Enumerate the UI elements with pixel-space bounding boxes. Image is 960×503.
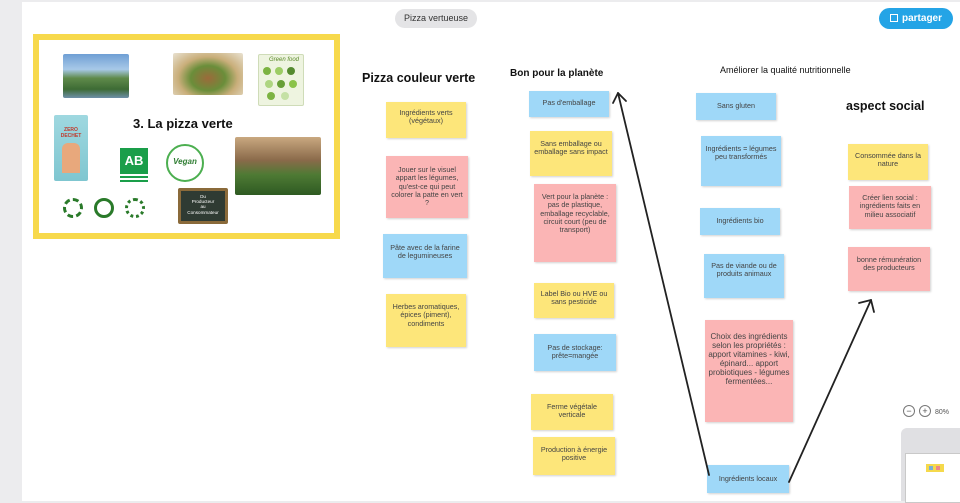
zoom-level: 80% xyxy=(935,409,950,416)
minimap-note-thumb xyxy=(936,466,940,470)
minimap-note-thumb xyxy=(929,466,933,470)
minimap-viewport xyxy=(905,453,960,503)
zoom-controls: − +80% xyxy=(903,405,949,417)
arrow-locaux-to-emballage xyxy=(617,92,710,476)
zoom-in-icon[interactable]: + xyxy=(919,405,931,417)
arrow-locaux-to-remuneration xyxy=(788,299,872,483)
minimap[interactable] xyxy=(901,428,960,503)
zoom-out-icon[interactable]: − xyxy=(903,405,915,417)
connector-arrows xyxy=(612,92,875,483)
